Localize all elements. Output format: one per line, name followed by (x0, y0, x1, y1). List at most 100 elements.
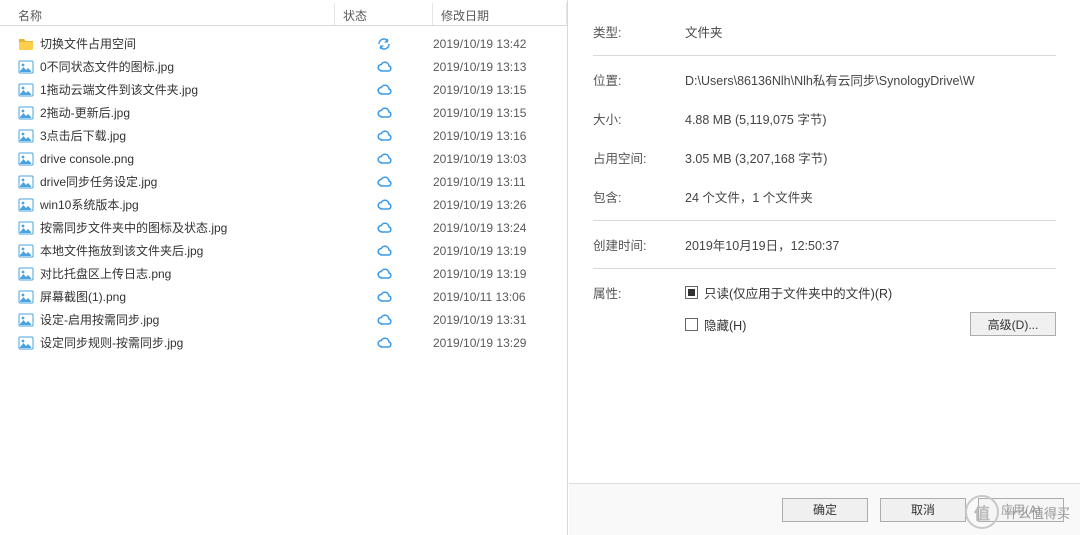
value-created: 2019年10月19日，12:50:37 (685, 235, 1056, 254)
divider (593, 220, 1056, 221)
label-type: 类型: (593, 22, 685, 41)
table-row[interactable]: 本地文件拖放到该文件夹后.jpg 2019/10/19 13:19 (0, 239, 567, 262)
file-date: 2019/10/19 13:19 (433, 267, 567, 281)
cloud-icon (376, 174, 392, 190)
image-file-icon (18, 266, 34, 282)
value-contains: 24 个文件，1 个文件夹 (685, 187, 1056, 206)
sync-icon (376, 36, 392, 52)
table-row[interactable]: drive console.png 2019/10/19 13:03 (0, 147, 567, 170)
apply-button[interactable]: 应用(A) (978, 498, 1064, 522)
table-row[interactable]: 设定-启用按需同步.jpg 2019/10/19 13:31 (0, 308, 567, 331)
image-file-icon (18, 59, 34, 75)
image-file-icon (18, 105, 34, 121)
cloud-icon (376, 312, 392, 328)
cancel-button[interactable]: 取消 (880, 498, 966, 522)
file-date: 2019/10/19 13:29 (433, 336, 567, 350)
column-headers: 名称 状态 修改日期 (0, 0, 567, 26)
table-row[interactable]: 按需同步文件夹中的图标及状态.jpg 2019/10/19 13:24 (0, 216, 567, 239)
file-date: 2019/10/19 13:42 (433, 37, 567, 51)
file-date: 2019/10/19 13:15 (433, 83, 567, 97)
table-row[interactable]: 1拖动云端文件到该文件夹.jpg 2019/10/19 13:15 (0, 78, 567, 101)
image-file-icon (18, 82, 34, 98)
image-file-icon (18, 335, 34, 351)
cloud-icon (376, 243, 392, 259)
cloud-icon (376, 266, 392, 282)
file-date: 2019/10/19 13:16 (433, 129, 567, 143)
image-file-icon (18, 128, 34, 144)
column-header-name[interactable]: 名称 (0, 3, 335, 25)
field-size: 大小: 4.88 MB (5,119,075 字节) (593, 99, 1056, 138)
image-file-icon (18, 197, 34, 213)
checkbox-hidden[interactable] (685, 318, 698, 331)
column-header-date[interactable]: 修改日期 (433, 3, 567, 25)
properties-dialog: 类型: 文件夹 位置: D:\Users\86136Nlh\Nlh私有云同步\S… (568, 0, 1080, 535)
file-date: 2019/10/19 13:24 (433, 221, 567, 235)
table-row[interactable]: 设定同步规则-按需同步.jpg 2019/10/19 13:29 (0, 331, 567, 354)
file-name: 按需同步文件夹中的图标及状态.jpg (40, 219, 227, 236)
file-date: 2019/10/19 13:19 (433, 244, 567, 258)
table-row[interactable]: drive同步任务设定.jpg 2019/10/19 13:11 (0, 170, 567, 193)
value-location: D:\Users\86136Nlh\Nlh私有云同步\SynologyDrive… (685, 70, 1056, 89)
field-location: 位置: D:\Users\86136Nlh\Nlh私有云同步\SynologyD… (593, 60, 1056, 99)
table-row[interactable]: win10系统版本.jpg 2019/10/19 13:26 (0, 193, 567, 216)
file-name: 3点击后下载.jpg (40, 127, 126, 144)
dialog-footer: 确定 取消 应用(A) (569, 483, 1080, 535)
file-date: 2019/10/19 13:03 (433, 152, 567, 166)
label-location: 位置: (593, 70, 685, 89)
file-date: 2019/10/19 13:31 (433, 313, 567, 327)
file-name: win10系统版本.jpg (40, 196, 139, 213)
file-name: 本地文件拖放到该文件夹后.jpg (40, 242, 203, 259)
advanced-button[interactable]: 高级(D)... (970, 312, 1056, 336)
checkbox-readonly-row[interactable]: 只读(仅应用于文件夹中的文件)(R) (685, 283, 1056, 302)
table-row[interactable]: 切换文件占用空间 2019/10/19 13:42 (0, 32, 567, 55)
file-name: 设定-启用按需同步.jpg (40, 311, 159, 328)
divider (593, 55, 1056, 56)
cloud-icon (376, 289, 392, 305)
image-file-icon (18, 220, 34, 236)
checkbox-hidden-row[interactable]: 隐藏(H) (685, 315, 746, 334)
folder-icon (18, 36, 34, 52)
file-name: 对比托盘区上传日志.png (40, 265, 171, 282)
properties-body: 类型: 文件夹 位置: D:\Users\86136Nlh\Nlh私有云同步\S… (569, 0, 1080, 483)
ok-button[interactable]: 确定 (782, 498, 868, 522)
cloud-icon (376, 59, 392, 75)
image-file-icon (18, 174, 34, 190)
table-row[interactable]: 对比托盘区上传日志.png 2019/10/19 13:19 (0, 262, 567, 285)
table-row[interactable]: 0不同状态文件的图标.jpg 2019/10/19 13:13 (0, 55, 567, 78)
table-row[interactable]: 2拖动-更新后.jpg 2019/10/19 13:15 (0, 101, 567, 124)
file-name: 屏幕截图(1).png (40, 288, 126, 305)
column-header-status[interactable]: 状态 (335, 3, 433, 25)
image-file-icon (18, 151, 34, 167)
value-type: 文件夹 (685, 22, 1056, 41)
file-date: 2019/10/19 13:15 (433, 106, 567, 120)
field-size-on-disk: 占用空间: 3.05 MB (3,207,168 字节) (593, 138, 1056, 177)
cloud-icon (376, 105, 392, 121)
file-list-panel: 名称 状态 修改日期 切换文件占用空间 2019/10/19 13:42 0不同… (0, 0, 568, 535)
field-contains: 包含: 24 个文件，1 个文件夹 (593, 177, 1056, 216)
cloud-icon (376, 151, 392, 167)
cloud-icon (376, 82, 392, 98)
file-name: 设定同步规则-按需同步.jpg (40, 334, 183, 351)
label-attributes: 属性: (593, 283, 685, 336)
divider (593, 268, 1056, 269)
table-row[interactable]: 屏幕截图(1).png 2019/10/11 13:06 (0, 285, 567, 308)
cloud-icon (376, 197, 392, 213)
field-type: 类型: 文件夹 (593, 12, 1056, 51)
image-file-icon (18, 289, 34, 305)
cloud-icon (376, 335, 392, 351)
file-date: 2019/10/19 13:13 (433, 60, 567, 74)
field-attributes: 属性: 只读(仅应用于文件夹中的文件)(R) 隐藏(H) 高级(D)... (593, 273, 1056, 336)
image-file-icon (18, 243, 34, 259)
checkbox-readonly[interactable] (685, 286, 698, 299)
file-name: 2拖动-更新后.jpg (40, 104, 130, 121)
label-contains: 包含: (593, 187, 685, 206)
file-name: 1拖动云端文件到该文件夹.jpg (40, 81, 198, 98)
checkbox-hidden-label: 隐藏(H) (704, 315, 746, 334)
value-size-on-disk: 3.05 MB (3,207,168 字节) (685, 148, 1056, 167)
checkbox-readonly-label: 只读(仅应用于文件夹中的文件)(R) (704, 283, 892, 302)
table-row[interactable]: 3点击后下载.jpg 2019/10/19 13:16 (0, 124, 567, 147)
label-size-on-disk: 占用空间: (593, 148, 685, 167)
file-name: 0不同状态文件的图标.jpg (40, 58, 174, 75)
file-date: 2019/10/11 13:06 (433, 290, 567, 304)
file-name: drive同步任务设定.jpg (40, 173, 157, 190)
